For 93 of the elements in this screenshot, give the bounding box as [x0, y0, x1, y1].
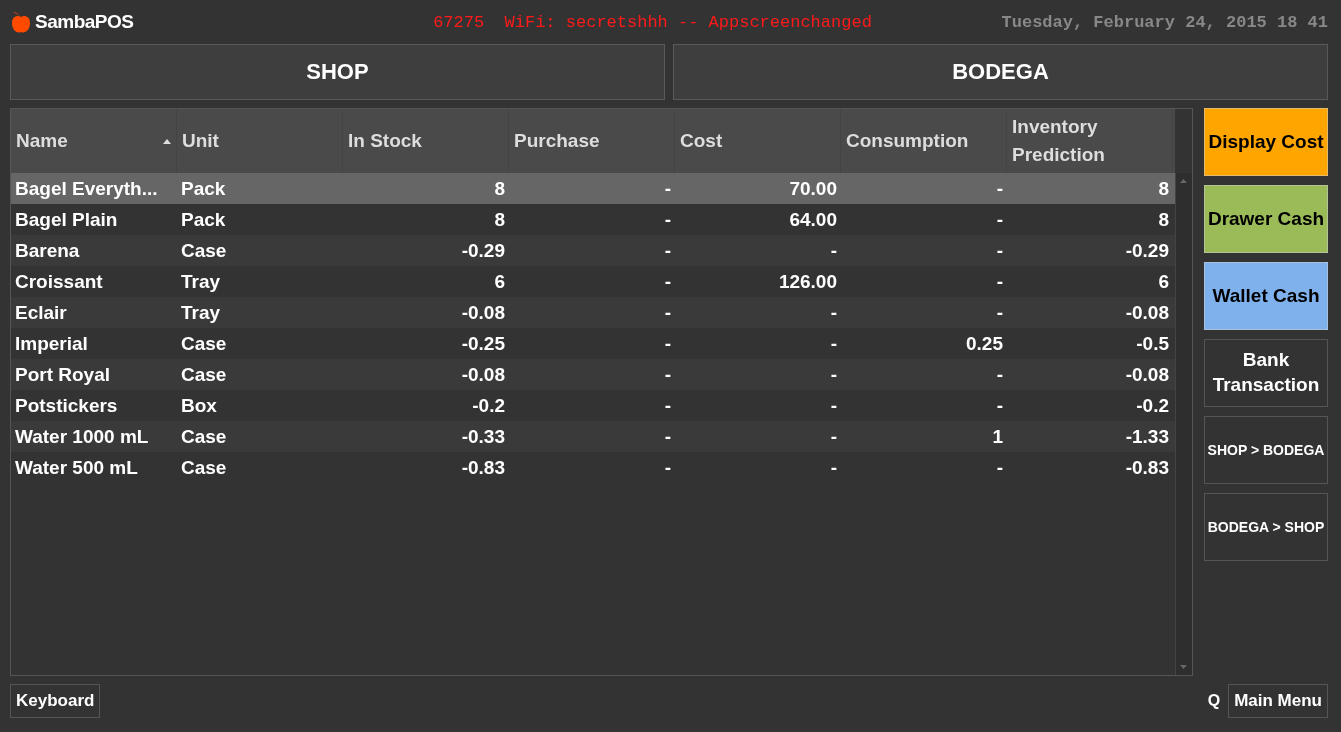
table-cell-text: - [663, 177, 672, 200]
date-time: Tuesday, February 24, 2015 18 41 [1001, 12, 1328, 32]
table-cell-text: 8 [1157, 177, 1170, 200]
table-cell-text: - [995, 301, 1004, 324]
table-cell-text: Tray [180, 270, 222, 293]
table-cell-text: Bagel Plain [14, 208, 119, 231]
action-button[interactable]: Display Cost [1204, 108, 1328, 176]
table-cell-text: - [995, 239, 1004, 262]
table-cell-text: 8 [493, 208, 506, 231]
action-button[interactable]: SHOP > BODEGA [1204, 416, 1328, 484]
table-cell-text: -0.08 [460, 363, 506, 386]
table-cell-text: Imperial [14, 332, 89, 355]
status-message: 67275 WiFi: secretshhh -- Appscreenchanged [433, 12, 872, 32]
table-cell-text: - [995, 177, 1004, 200]
table-cell-text: Box [180, 394, 218, 417]
apple-logo-icon [10, 10, 32, 34]
table-cell-text: 1 [991, 425, 1004, 448]
table-cell-text: - [995, 208, 1004, 231]
table-cell-text: Pack [180, 208, 227, 231]
main-menu-button[interactable]: Main Menu [1228, 684, 1328, 718]
table-cell-text: 0.25 [965, 332, 1004, 355]
scrollbar[interactable] [1175, 173, 1192, 675]
table-row[interactable]: Barena Case -0.29 - - - -0.29 [11, 235, 1175, 266]
table-cell-text: - [663, 208, 672, 231]
table-cell-text: - [829, 332, 838, 355]
table-row[interactable]: Water 1000 mL Case -0.33 - - 1 -1.33 [11, 421, 1175, 452]
table-cell-text: -0.5 [1135, 332, 1170, 355]
table-cell-text: Potstickers [14, 394, 119, 417]
table-cell-text: 70.00 [788, 177, 838, 200]
table-cell-text: -0.08 [460, 301, 506, 324]
keyboard-button[interactable]: Keyboard [10, 684, 101, 718]
action-button[interactable]: Drawer Cash [1204, 185, 1328, 253]
table-cell-text: 8 [493, 177, 506, 200]
table-cell-text: 8 [1157, 208, 1170, 231]
table-row[interactable]: Bagel Everyth... Pack 8 - 70.00 - 8 [11, 173, 1175, 204]
table-cell-text: Water 1000 mL [14, 425, 150, 448]
table-cell-text: 6 [1157, 270, 1170, 293]
table-cell-text: -0.29 [1124, 239, 1170, 262]
table-cell-text: -0.33 [460, 425, 506, 448]
table-cell-text: Pack [180, 177, 227, 200]
action-button[interactable]: Wallet Cash [1204, 262, 1328, 330]
table-cell-text: -0.83 [1124, 456, 1170, 479]
table-cell-text: - [829, 456, 838, 479]
table-cell-text: - [995, 270, 1004, 293]
table-cell-text: - [663, 301, 672, 324]
table-cell-text: Case [180, 425, 228, 448]
table-cell-text: - [995, 456, 1004, 479]
table-cell-text: - [829, 363, 838, 386]
table-cell-text: -0.25 [460, 332, 506, 355]
table-cell-text: Case [180, 363, 228, 386]
table-cell-text: Tray [180, 301, 222, 324]
action-button[interactable]: BODEGA > SHOP [1204, 493, 1328, 561]
table-cell-text: -0.2 [471, 394, 506, 417]
table-cell-text: Bagel Everyth... [14, 177, 159, 200]
table-cell-text: -0.83 [460, 456, 506, 479]
table-cell-text: 6 [493, 270, 506, 293]
table-cell-text: 126.00 [777, 270, 838, 293]
table-cell-text: Port Royal [14, 363, 112, 386]
table-cell-text: Barena [14, 239, 81, 262]
table-cell-text: Water 500 mL [14, 456, 139, 479]
table-cell-text: - [995, 363, 1004, 386]
table-row[interactable]: Port Royal Case -0.08 - - - -0.08 [11, 359, 1175, 390]
table-cell-text: - [663, 394, 672, 417]
table-cell-text: Eclair [14, 301, 68, 324]
table-cell-text: -0.29 [460, 239, 506, 262]
warehouse-tab[interactable]: SHOP [10, 44, 665, 100]
app-name: SambaPOS [35, 11, 134, 33]
scroll-up-icon [1180, 179, 1187, 183]
table-cell-text: - [663, 456, 672, 479]
table-cell-text: - [663, 425, 672, 448]
table-cell-text: 64.00 [788, 208, 838, 231]
action-button[interactable]: Bank Transaction [1204, 339, 1328, 407]
warehouse-tab[interactable]: BODEGA [673, 44, 1328, 100]
table-cell-text: - [663, 332, 672, 355]
q-label: Q [1207, 692, 1221, 710]
table-cell-text: - [663, 270, 672, 293]
table-cell-text: - [663, 239, 672, 262]
table-cell-text: -0.08 [1124, 363, 1170, 386]
table-cell-text: Croissant [14, 270, 104, 293]
table-cell-text: Case [180, 239, 228, 262]
table-cell-text: - [995, 394, 1004, 417]
table-cell-text: -0.08 [1124, 301, 1170, 324]
table-cell-text: -0.2 [1135, 394, 1170, 417]
table-cell-text: Case [180, 332, 228, 355]
table-cell-text: -1.33 [1124, 425, 1170, 448]
table-cell-text: Case [180, 456, 228, 479]
table-cell-text: - [829, 239, 838, 262]
table-cell-text: - [663, 363, 672, 386]
scroll-down-icon [1180, 665, 1187, 669]
table-cell-text: - [829, 301, 838, 324]
table-cell-text: - [829, 394, 838, 417]
table-cell-text: - [829, 425, 838, 448]
table-row[interactable]: Eclair Tray -0.08 - - - -0.08 [11, 297, 1175, 328]
